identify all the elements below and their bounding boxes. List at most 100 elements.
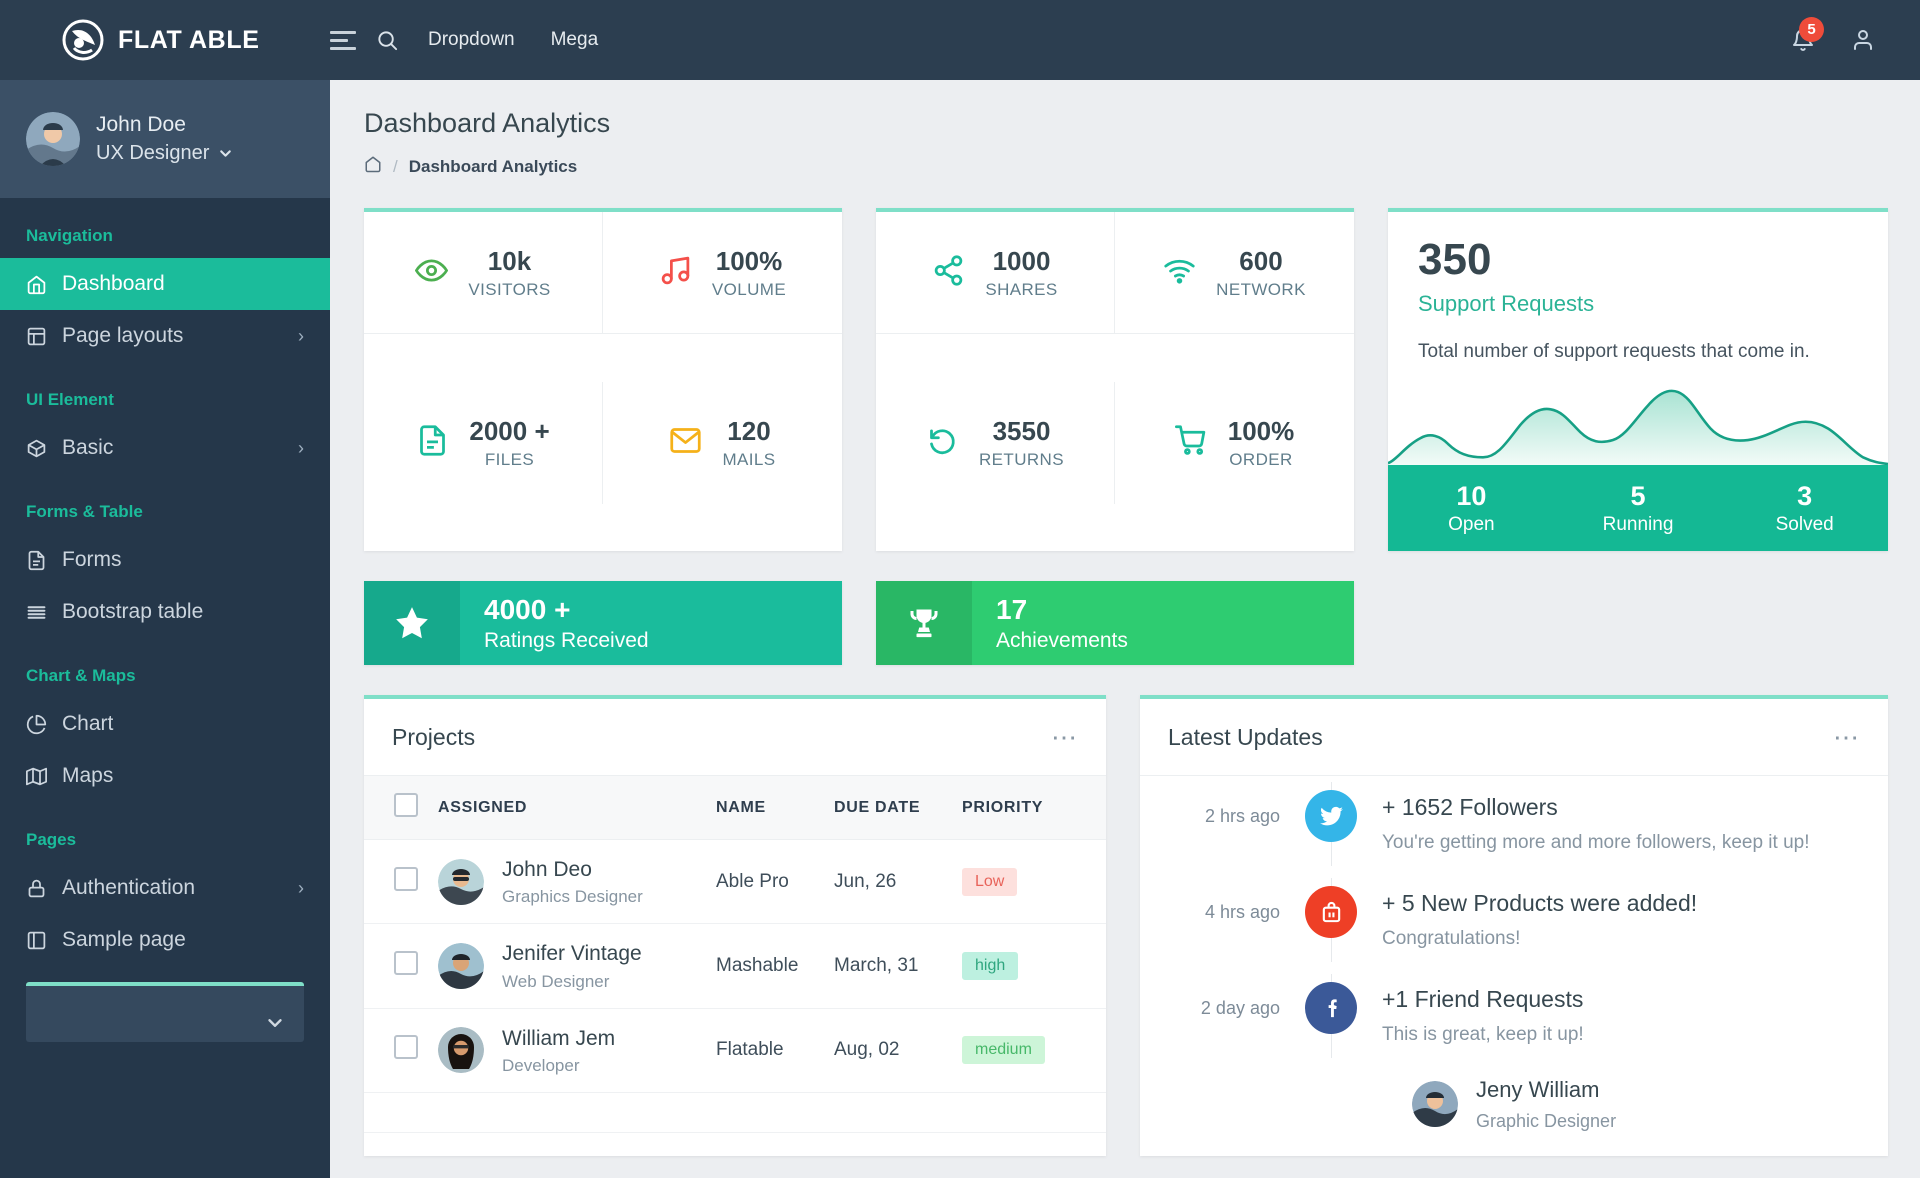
hamburger-icon[interactable] [330,23,364,57]
project-name: Able Pro [716,839,834,925]
more-horizontal-icon[interactable]: ⋯ [1051,723,1078,750]
row-checkbox[interactable] [394,1035,418,1060]
profile-role-label: UX Designer [96,141,210,164]
list-icon [26,602,62,623]
sidebar-item-label: Authentication [62,876,196,899]
sidebar-item-dashboard[interactable]: Dashboard [0,258,330,310]
sidebar-icon [26,930,62,951]
sidebar-item-sample-page[interactable]: Sample page [0,914,330,966]
stat-label: SHARES [985,280,1058,300]
update-time: 2 hrs ago [1204,806,1280,826]
update-time: 4 hrs ago [1204,902,1280,922]
sidebar-profile[interactable]: John Doe UX Designer [0,80,330,198]
sidebar-item-authentication[interactable]: Authentication › [0,862,330,914]
nav-caption-chart-maps: Chart & Maps [26,666,136,685]
support-footer: 10 Open 5 Running 3 Solved [1388,465,1888,551]
sidebar-bottom-card[interactable] [26,982,304,1042]
facebook-icon [1305,982,1357,1034]
list-item: 4 hrs ago + 5 New Products were added! C… [1140,878,1858,974]
brand-name: FLAT ABLE [118,25,260,54]
updates-timeline: 2 hrs ago + 1652 Followers You're gettin… [1140,775,1888,1156]
briefcase-icon [1305,886,1357,938]
stats-row: 10k VISITORS 100% VOLUME 2000 + FILES 12… [364,208,1888,551]
brand[interactable]: FLAT ABLE [0,19,330,61]
lock-icon [26,878,62,899]
sidebar-item-maps[interactable]: Maps [0,750,330,802]
more-horizontal-icon[interactable]: ⋯ [1833,723,1860,750]
stat-visitors: 10k VISITORS [364,212,603,334]
home-icon[interactable] [364,155,382,178]
project-name: Mashable [716,923,834,1009]
app-header: FLAT ABLE Dropdown Mega 5 [0,0,1920,80]
notification-button[interactable]: 5 [1780,17,1826,63]
project-due: Jun, 26 [834,839,962,925]
avatar [438,858,484,905]
table-row [364,1092,1106,1133]
update-desc: This is great, keep it up! [1382,1024,1584,1045]
wifi-icon [1163,254,1196,292]
cart-icon [1174,424,1208,462]
nav-mega[interactable]: Mega [533,29,617,51]
twitter-icon [1305,790,1357,842]
sidebar-item-bootstrap-table[interactable]: Bootstrap table [0,586,330,638]
table-header-row: ASSIGNED NAME DUE DATE PRIORITY [364,775,1106,840]
mail-icon [669,424,702,462]
sidebar-item-basic[interactable]: Basic › [0,422,330,474]
status-badge: medium [962,1036,1045,1065]
nav-dropdown[interactable]: Dropdown [410,29,533,51]
avatar [26,112,80,166]
assignee-name: William Jem [502,1026,616,1050]
row-checkbox[interactable] [394,950,418,975]
col-priority: PRIORITY [962,775,1106,840]
chevron-down-icon [220,149,232,157]
assignee-name: John Deo [502,858,592,881]
support-area-chart [1388,369,1888,465]
ratings-banner[interactable]: 4000 + Ratings Received [364,581,842,665]
nav-caption-pages: Pages [26,830,77,849]
stat-value: 1000 [992,245,1051,276]
sidebar-item-label: Maps [62,764,114,787]
sidebar-item-page-layouts[interactable]: Page layouts › [0,310,330,362]
nav-caption-ui-element: UI Element [26,390,114,409]
achievements-banner[interactable]: 17 Achievements [876,581,1354,665]
breadcrumb-current[interactable]: Dashboard Analytics [409,157,577,177]
page-title: Dashboard Analytics [364,108,611,138]
select-all-checkbox[interactable] [394,793,418,817]
chevron-right-icon: › [298,325,304,346]
sidebar-item-chart[interactable]: Chart [0,698,330,750]
user-icon[interactable] [1840,17,1886,63]
banner-label: Ratings Received [484,628,649,652]
profile-role: UX Designer [96,140,234,167]
share-icon [932,254,965,292]
support-running-value: 5 [1630,481,1646,512]
sidebar-item-forms[interactable]: Forms [0,534,330,586]
person-name: Jeny William [1476,1077,1600,1102]
update-title: +1 Friend Requests [1382,986,1584,1012]
stat-label: RETURNS [979,450,1064,470]
stat-mails: 120 MAILS [603,382,842,504]
stat-label: VISITORS [468,280,551,300]
update-time: 2 day ago [1200,998,1280,1018]
stat-label: ORDER [1229,450,1293,470]
projects-panel: Projects ⋯ ASSIGNED NAME DUE DATE PRIORI… [364,695,1106,1156]
banner-row: 4000 + Ratings Received 17 Achievements [364,581,1888,665]
header-right-actions: 5 [1780,17,1920,63]
update-person: Jeny William Graphic Designer [1382,1076,1858,1132]
stats-card-group-2: 1000 SHARES 600 NETWORK 3550 RETURNS 100… [876,208,1354,551]
status-badge: Low [962,867,1018,896]
support-requests-card: 350 Support Requests Total number of sup… [1388,208,1888,551]
status-badge: high [962,951,1019,980]
stat-volume: 100% VOLUME [603,212,842,334]
sidebar-item-label: Basic [62,436,114,459]
banner-label: Achievements [996,628,1128,652]
latest-updates-title: Latest Updates [1168,723,1323,750]
map-icon [26,766,62,787]
support-open: 10 Open [1388,465,1555,551]
stat-value: 3550 [992,415,1051,446]
update-title: + 5 New Products were added! [1382,890,1698,916]
layout-icon [26,326,62,347]
sidebar-item-label: Forms [62,548,122,571]
search-icon[interactable] [364,17,410,63]
nav-caption-forms-table: Forms & Table [26,502,143,521]
row-checkbox[interactable] [394,866,418,891]
